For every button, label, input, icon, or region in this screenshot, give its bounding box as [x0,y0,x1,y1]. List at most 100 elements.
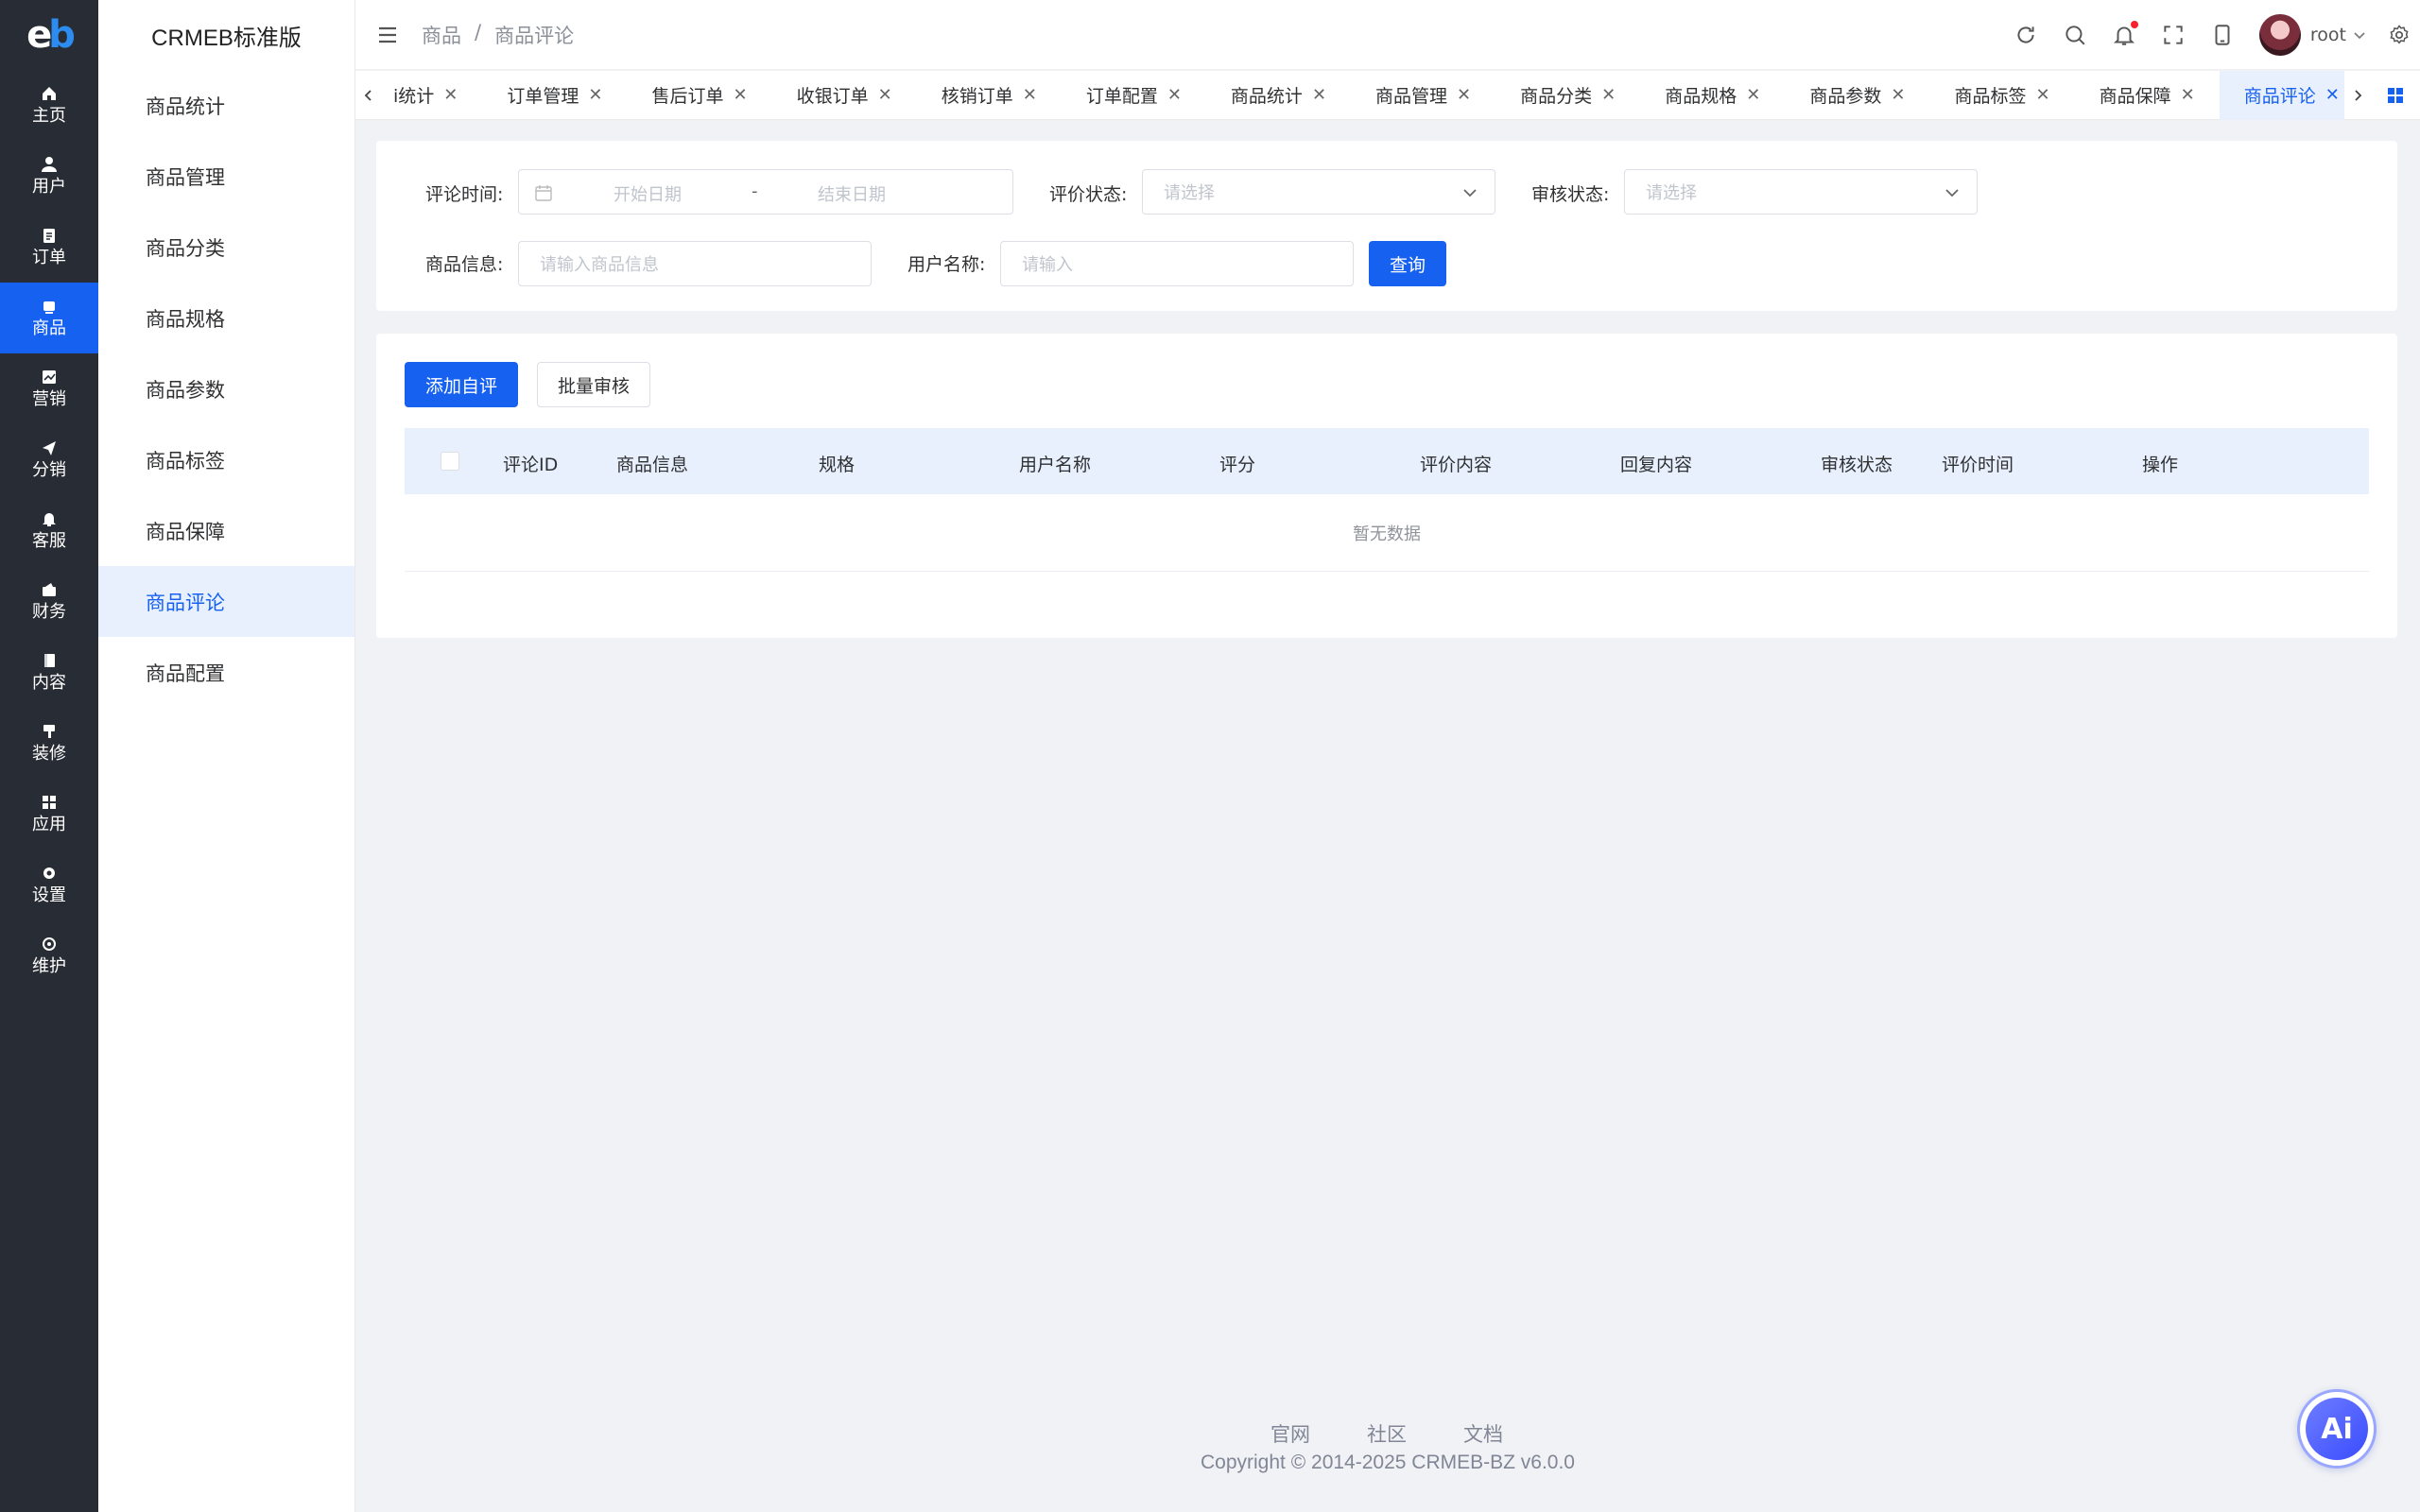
col-comment-time[interactable]: 评价时间 [1942,451,2014,476]
tab-5[interactable]: 订单配置 ✕ [1062,71,1206,120]
secondary-sidebar: CRMEB标准版 商品统计 商品管理 商品分类 商品规格 商品参数 商品标签 商品保障 商品评… [98,0,355,1512]
tab-6[interactable]: 商品统计 ✕ [1206,71,1351,120]
close-icon[interactable]: ✕ [1023,85,1037,105]
rail-item-1[interactable]: 用户 [0,141,98,212]
rail-item-7[interactable]: 财务 [0,566,98,637]
mobile-preview-icon[interactable] [2210,23,2235,47]
tab-4[interactable]: 核销订单 ✕ [917,71,1062,120]
close-icon[interactable]: ✕ [1312,85,1326,105]
close-icon[interactable]: ✕ [2181,85,2195,105]
audit-status-select[interactable]: 请选择 [1624,169,1978,215]
rail-item-6[interactable]: 客服 [0,495,98,566]
sidebar-item-2[interactable]: 商品分类 [98,212,354,283]
footer-link-official[interactable]: 官网 [1270,1419,1310,1448]
avatar[interactable] [2258,14,2301,56]
sidebar-item-8[interactable]: 商品配置 [98,637,354,708]
close-icon[interactable]: ✕ [443,85,458,105]
date-range-picker[interactable]: 开始日期 - 结束日期 [518,169,1013,215]
col-comment-id[interactable]: 评论ID [503,451,558,476]
close-icon[interactable]: ✕ [1746,85,1760,105]
tab-3[interactable]: 收银订单 ✕ [772,71,917,120]
tabs-menu-grid-icon[interactable] [2371,71,2420,120]
tab-label: 订单管理 [507,86,579,107]
rail-item-10[interactable]: 应用 [0,779,98,850]
breadcrumb-separator: / [475,20,482,43]
marketing-icon [41,369,58,386]
close-icon[interactable]: ✕ [2035,85,2049,105]
rail-item-label: 营销 [32,388,66,409]
col-reply-content: 回复内容 [1620,455,1693,475]
sidebar-item-4[interactable]: 商品参数 [98,353,354,424]
batch-audit-button[interactable]: 批量审核 [537,362,650,407]
tab-1[interactable]: 订单管理 ✕ [482,71,627,120]
logo[interactable]: eb [0,0,98,70]
close-icon[interactable]: ✕ [1891,85,1905,105]
empty-state: 暂无数据 [405,494,2369,572]
footer-links: 官网 社区 文档 [1270,1419,1503,1448]
sidebar-item-6[interactable]: 商品保障 [98,495,354,566]
comment-status-select[interactable]: 请选择 [1142,169,1495,215]
settings-gear-icon[interactable] [2388,24,2411,46]
add-self-review-button[interactable]: 添加自评 [405,362,518,407]
chevron-down-icon[interactable] [2352,27,2367,43]
notification-bell-icon[interactable] [2112,21,2138,47]
close-icon[interactable]: ✕ [2325,85,2340,105]
sidebar-item-1[interactable]: 商品管理 [98,141,354,212]
col-comment-content: 评价内容 [1420,455,1493,475]
tabs-scroll-right-icon[interactable] [2344,71,2371,120]
tabs-bar: i统计 ✕ 订单管理 ✕ 售后订单 ✕ 收银订单 ✕ 核销订单 ✕ 订单配置 ✕ 商品统计 ✕ 商品管理 ✕ 商… [355,70,2420,120]
rail-item-3[interactable]: 商品 [0,283,98,353]
header-actions: root [2014,0,2420,70]
end-date-placeholder[interactable]: 结束日期 [818,181,886,206]
tab-label: 商品统计 [1230,86,1303,107]
close-icon[interactable]: ✕ [1167,85,1182,105]
sidebar-item-7[interactable]: 商品评论 [98,566,354,637]
close-icon[interactable]: ✕ [1457,85,1471,105]
user-name[interactable]: root [2310,25,2346,45]
tab-label: 核销订单 [941,86,1013,107]
fullscreen-icon[interactable] [2161,23,2186,47]
menu-toggle-icon[interactable] [376,24,399,46]
close-icon[interactable]: ✕ [878,85,892,105]
rail-item-12[interactable]: 维护 [0,920,98,991]
rail-item-4[interactable]: 营销 [0,353,98,424]
rail-item-2[interactable]: 订单 [0,212,98,283]
copyright: Copyright © 2014-2025 CRMEB-BZ v6.0.0 [1201,1452,1575,1473]
close-icon[interactable]: ✕ [734,85,748,105]
footer-link-community[interactable]: 社区 [1367,1419,1407,1448]
search-icon[interactable] [2063,23,2087,47]
rail-item-9[interactable]: 装修 [0,708,98,779]
sidebar-item-5[interactable]: 商品标签 [98,424,354,495]
select-all-checkbox[interactable] [441,452,459,471]
sidebar-item-0[interactable]: 商品统计 [98,70,354,141]
query-button[interactable]: 查询 [1369,241,1446,286]
product-info-placeholder: 请输入商品信息 [540,255,659,275]
tab-2[interactable]: 售后订单 ✕ [627,71,771,120]
tabs-scroll-left-icon[interactable] [355,71,382,120]
ai-assistant-button[interactable]: Ai [2297,1389,2377,1469]
col-rating: 评分 [1219,455,1256,475]
username-input[interactable]: 请输入 [1000,241,1354,286]
start-date-placeholder[interactable]: 开始日期 [614,181,682,206]
tab-13[interactable]: 商品评论 ✕ [2219,70,2344,120]
tab-12[interactable]: 商品保障 ✕ [2075,71,2220,120]
close-icon[interactable]: ✕ [588,85,602,105]
tab-0[interactable]: i统计 ✕ [382,71,482,120]
col-spec: 规格 [819,455,856,475]
tab-8[interactable]: 商品分类 ✕ [1495,71,1640,120]
tab-10[interactable]: 商品参数 ✕ [1785,71,1929,120]
sidebar-item-3[interactable]: 商品规格 [98,283,354,353]
breadcrumb: 商品 / 商品评论 [422,21,574,49]
tab-11[interactable]: 商品标签 ✕ [1929,71,2074,120]
close-icon[interactable]: ✕ [1601,85,1616,105]
breadcrumb-parent[interactable]: 商品 [422,21,461,49]
rail-item-8[interactable]: 内容 [0,637,98,708]
refresh-icon[interactable] [2014,23,2038,47]
footer-link-docs[interactable]: 文档 [1463,1419,1503,1448]
product-info-input[interactable]: 请输入商品信息 [518,241,872,286]
rail-item-5[interactable]: 分销 [0,424,98,495]
tab-9[interactable]: 商品规格 ✕ [1640,71,1785,120]
rail-item-0[interactable]: 主页 [0,70,98,141]
rail-item-11[interactable]: 设置 [0,850,98,920]
tab-7[interactable]: 商品管理 ✕ [1351,71,1495,120]
